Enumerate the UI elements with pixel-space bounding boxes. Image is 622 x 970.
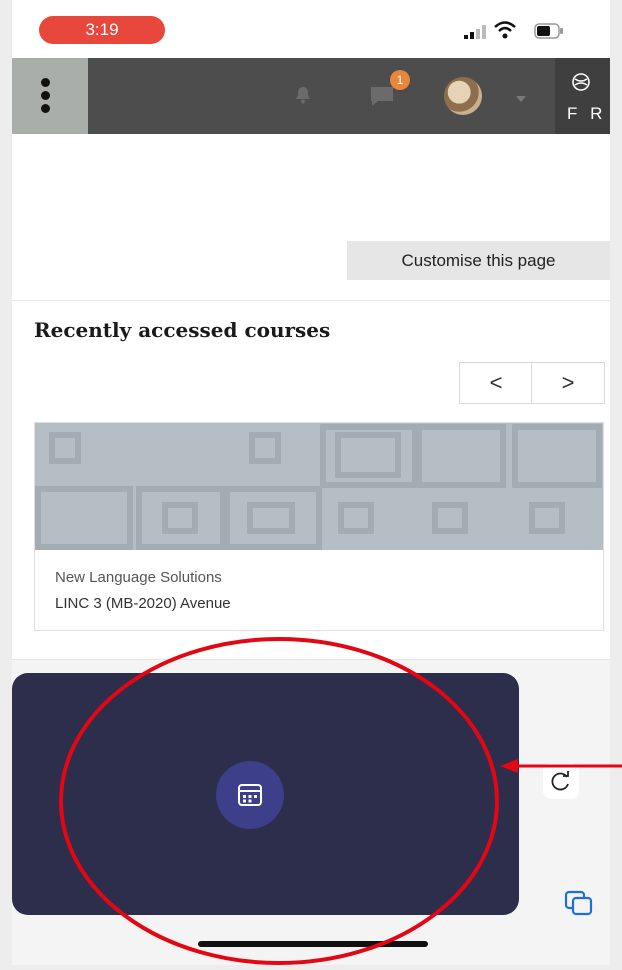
top-navbar: 1 F R	[12, 58, 610, 134]
course-name[interactable]: LINC 3 (MB-2020) Avenue	[55, 595, 231, 612]
course-category: New Language Solutions	[55, 569, 222, 586]
tabs-icon[interactable]	[564, 890, 594, 916]
calendar-icon	[238, 784, 262, 806]
battery-icon	[534, 23, 563, 39]
course-image	[35, 423, 603, 550]
menu-icon	[41, 78, 50, 87]
status-bar: 3:19	[12, 0, 610, 58]
course-card[interactable]: New Language Solutions LINC 3 (MB-2020) …	[34, 422, 604, 631]
menu-icon-dot	[41, 104, 50, 113]
menu-icon-dot	[41, 91, 50, 100]
bell-icon[interactable]	[295, 86, 311, 104]
reload-icon[interactable]	[543, 763, 579, 799]
previous-button[interactable]: <	[460, 363, 532, 403]
avatar[interactable]	[444, 77, 482, 115]
notification-badge: 1	[390, 70, 410, 90]
section-title: Recently accessed courses	[34, 318, 331, 342]
home-indicator	[198, 941, 428, 947]
course-pager: < >	[459, 362, 605, 404]
divider	[12, 300, 610, 301]
chevron-down-icon[interactable]	[516, 96, 526, 102]
language-label: F R	[567, 104, 607, 123]
globe-icon	[572, 73, 590, 91]
menu-button[interactable]	[12, 58, 88, 134]
customise-page-button[interactable]: Customise this page	[347, 241, 610, 280]
status-time: 3:19	[39, 16, 165, 44]
signal-icon	[464, 25, 486, 39]
calendar-overlay-panel	[12, 673, 519, 915]
calendar-button[interactable]	[216, 761, 284, 829]
wifi-icon	[494, 21, 516, 39]
next-button[interactable]: >	[532, 363, 604, 403]
chat-icon[interactable]	[368, 84, 396, 108]
